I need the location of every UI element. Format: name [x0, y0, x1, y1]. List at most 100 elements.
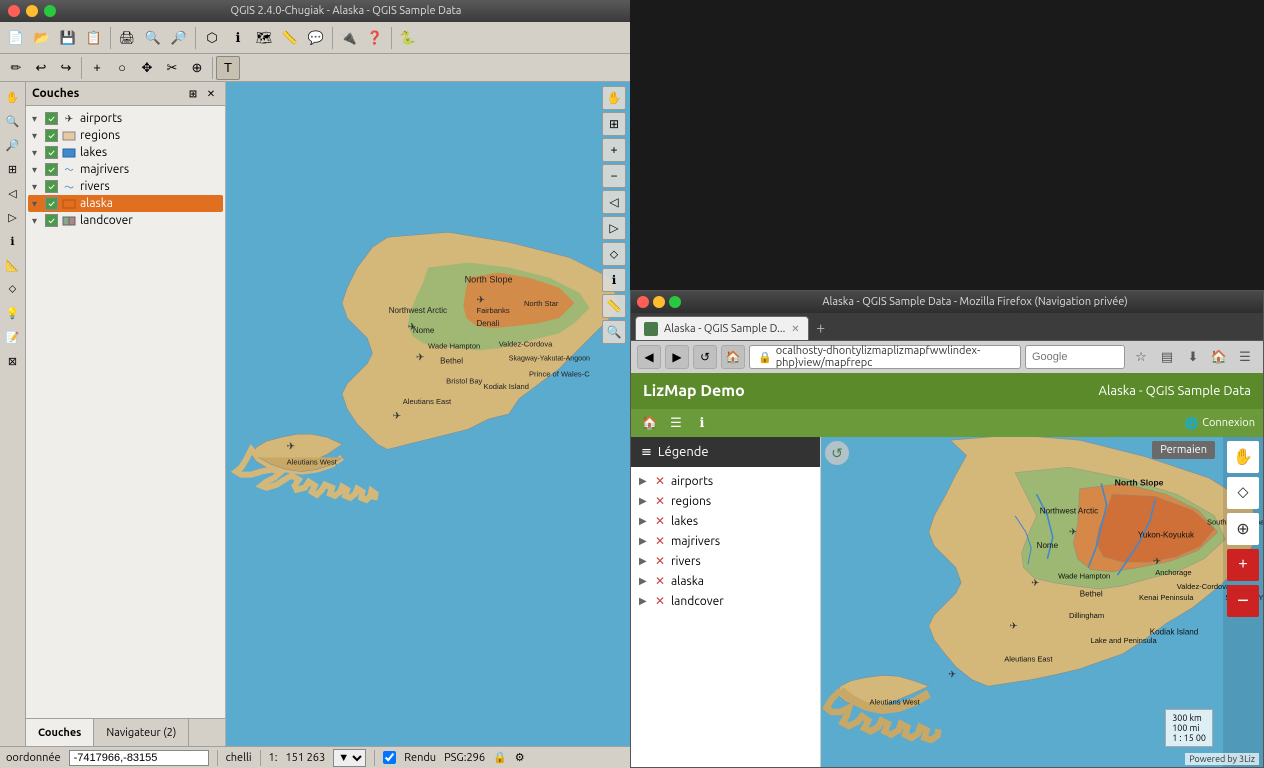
permalien-btn[interactable]: Permaien — [1152, 441, 1215, 459]
settings-icon[interactable]: ⚙ — [515, 751, 525, 764]
add-feature-btn[interactable]: + — [85, 56, 109, 80]
measure-btn[interactable]: 📏 — [278, 26, 302, 50]
select-btn[interactable]: ⬡ — [200, 26, 224, 50]
layer-checkbox-lakes[interactable]: ✓ — [45, 146, 58, 159]
connexion-label[interactable]: Connexion — [1202, 417, 1255, 429]
ff-search-input[interactable] — [1025, 345, 1125, 369]
zoom-prev-btn[interactable]: ◁ — [2, 182, 24, 204]
layer-item-alaska[interactable]: ▾ ✓ alaska — [28, 195, 223, 212]
delete-btn[interactable]: ✂ — [160, 56, 184, 80]
edit-node-btn[interactable]: ○ — [110, 56, 134, 80]
layer-item-lakes[interactable]: ▾ ✓ lakes — [28, 144, 223, 161]
zoom-next-btn[interactable]: ▷ — [2, 206, 24, 228]
lizmap-refresh-btn[interactable]: ↺ — [825, 441, 849, 465]
lm-zoom-out-btn[interactable]: − — [1227, 585, 1259, 617]
zoom-out-tool[interactable]: 🔎 — [2, 134, 24, 156]
zoom-in-btn[interactable]: 🔍 — [141, 26, 165, 50]
legend-x-lakes[interactable]: ✕ — [653, 514, 667, 528]
lizmap-list-btn[interactable]: ☰ — [665, 412, 687, 434]
layers-close-icon[interactable]: ✕ — [203, 86, 219, 102]
legend-x-majrivers[interactable]: ✕ — [653, 534, 667, 548]
layer-checkbox-majrivers[interactable]: ✓ — [45, 163, 58, 176]
legend-item-alaska[interactable]: ▶ ✕ alaska — [635, 571, 816, 591]
ff-min-btn[interactable] — [653, 296, 665, 308]
measure-tool[interactable]: 📐 — [2, 254, 24, 276]
lm-select-btn[interactable]: ⬦ — [1227, 477, 1259, 509]
map-pan-btn[interactable]: ✋ — [602, 86, 626, 110]
legend-x-landcover[interactable]: ✕ — [653, 594, 667, 608]
legend-item-majrivers[interactable]: ▶ ✕ majrivers — [635, 531, 816, 551]
legend-item-lakes[interactable]: ▶ ✕ lakes — [635, 511, 816, 531]
render-checkbox[interactable] — [383, 751, 396, 764]
layer-item-airports[interactable]: ▾ ✓ ✈ airports — [28, 110, 223, 127]
merge-btn[interactable]: ⊕ — [185, 56, 209, 80]
legend-x-regions[interactable]: ✕ — [653, 494, 667, 508]
help-btn[interactable]: ❓ — [363, 26, 387, 50]
save-as-btn[interactable]: 📋 — [82, 26, 106, 50]
label-btn[interactable]: T — [216, 56, 240, 80]
zoom-out-btn[interactable]: 🔎 — [167, 26, 191, 50]
identify-btn[interactable]: ℹ — [226, 26, 250, 50]
identify-tool[interactable]: ℹ — [2, 230, 24, 252]
map-zoom-in-btn[interactable]: + — [602, 138, 626, 162]
layer-checkbox-alaska[interactable]: ✓ — [45, 197, 58, 210]
ff-download-btn[interactable]: ⬇ — [1181, 345, 1205, 369]
ff-back-btn[interactable]: ◀ — [637, 345, 661, 369]
map-search-btn[interactable]: 🔍 — [602, 320, 626, 344]
ff-max-btn[interactable] — [669, 296, 681, 308]
pan-tool-btn[interactable]: ✋ — [2, 86, 24, 108]
legend-item-airports[interactable]: ▶ ✕ airports — [635, 471, 816, 491]
coord-input[interactable] — [69, 750, 209, 766]
layers-collapse-icon[interactable]: ⊞ — [185, 86, 201, 102]
legend-x-rivers[interactable]: ✕ — [653, 554, 667, 568]
full-extent-btn[interactable]: ⊠ — [2, 350, 24, 372]
layer-checkbox-regions[interactable]: ✓ — [45, 129, 58, 142]
pan-btn[interactable]: 🗺 — [252, 26, 276, 50]
qgis-map-canvas[interactable]: North Slope Northwest Arctic Nome Fairba… — [226, 82, 630, 746]
map-select-btn[interactable]: ⬦ — [602, 242, 626, 266]
layer-checkbox-airports[interactable]: ✓ — [45, 112, 58, 125]
map-zoom-full-btn[interactable]: ⊞ — [602, 112, 626, 136]
map-measure-btn[interactable]: 📏 — [602, 294, 626, 318]
ff-tab-close-icon[interactable]: ✕ — [791, 323, 799, 335]
legend-item-landcover[interactable]: ▶ ✕ landcover — [635, 591, 816, 611]
ff-active-tab[interactable]: Alaska - QGIS Sample D... ✕ — [635, 316, 809, 340]
select-tool[interactable]: ⬦ — [2, 278, 24, 300]
lizmap-map[interactable]: Permaien — [821, 437, 1263, 767]
map-identify-btn[interactable]: ℹ — [602, 268, 626, 292]
qgis-close-btn[interactable] — [8, 5, 20, 17]
legend-item-regions[interactable]: ▶ ✕ regions — [635, 491, 816, 511]
qgis-minimize-btn[interactable] — [26, 5, 38, 17]
undo-btn[interactable]: ↩ — [29, 56, 53, 80]
layer-item-rivers[interactable]: ▾ ✓ 〜 rivers — [28, 178, 223, 195]
lm-locate-btn[interactable]: ⊕ — [1227, 513, 1259, 545]
ff-forward-btn[interactable]: ▶ — [665, 345, 689, 369]
lm-hand-btn[interactable]: ✋ — [1227, 441, 1259, 473]
navigator-tab[interactable]: Navigateur (2) — [94, 719, 189, 746]
legend-item-rivers[interactable]: ▶ ✕ rivers — [635, 551, 816, 571]
zoom-extent-btn[interactable]: ⊞ — [2, 158, 24, 180]
ff-close-btn[interactable] — [637, 296, 649, 308]
move-feature-btn[interactable]: ✥ — [135, 56, 159, 80]
layer-checkbox-landcover[interactable]: ✓ — [45, 214, 58, 227]
ff-menu-btn[interactable]: ☰ — [1233, 345, 1257, 369]
map-zoom-out-btn[interactable]: − — [602, 164, 626, 188]
layers-tab[interactable]: Couches — [26, 719, 94, 746]
annotation-btn[interactable]: 💬 — [304, 26, 328, 50]
lizmap-info-btn[interactable]: ℹ — [691, 412, 713, 434]
ff-bookmark-btn[interactable]: 🏠 — [1207, 345, 1231, 369]
save-btn[interactable]: 💾 — [56, 26, 80, 50]
legend-x-airports[interactable]: ✕ — [653, 474, 667, 488]
plugin-mgr-btn[interactable]: 🔌 — [337, 26, 361, 50]
layer-item-majrivers[interactable]: ▾ ✓ 〜 majrivers — [28, 161, 223, 178]
layer-item-landcover[interactable]: ▾ ✓ landcover — [28, 212, 223, 229]
new-project-btn[interactable]: 📄 — [4, 26, 28, 50]
lizmap-home-btn[interactable]: 🏠 — [639, 412, 661, 434]
legend-x-alaska[interactable]: ✕ — [653, 574, 667, 588]
layer-item-regions[interactable]: ▾ ✓ regions — [28, 127, 223, 144]
open-btn[interactable]: 📂 — [30, 26, 54, 50]
qgis-maximize-btn[interactable] — [44, 5, 56, 17]
ff-home-btn[interactable]: 🏠 — [721, 345, 745, 369]
digitize-btn[interactable]: ✏ — [4, 56, 28, 80]
map-tips-btn[interactable]: 💡 — [2, 302, 24, 324]
